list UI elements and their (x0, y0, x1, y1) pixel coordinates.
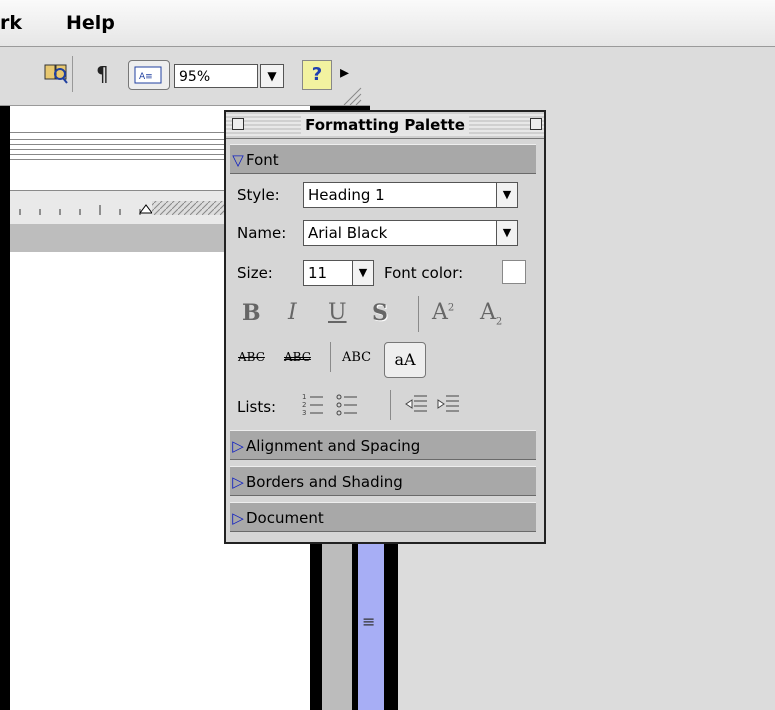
svg-text:3: 3 (302, 409, 306, 417)
font-section-header[interactable]: ▽ Font (230, 144, 536, 174)
section-label: Document (246, 509, 324, 527)
section-label: Alignment and Spacing (246, 437, 421, 455)
menu-item-help[interactable]: Help (66, 12, 115, 34)
bulleted-list-icon[interactable] (336, 392, 358, 422)
expanded-triangle-icon: ▽ (232, 151, 244, 169)
font-size-input[interactable]: 11 (303, 260, 353, 286)
section-label: Borders and Shading (246, 473, 403, 491)
menu-item-work[interactable]: rk (0, 12, 22, 34)
svg-text:2: 2 (302, 401, 306, 409)
resize-grip-icon[interactable] (340, 86, 362, 106)
style-select[interactable]: Heading 1 (303, 182, 497, 208)
numbered-list-icon[interactable]: 123 (302, 392, 324, 422)
style-dropdown-button[interactable]: ▼ (496, 182, 518, 208)
name-label: Name: (237, 224, 287, 242)
separator (390, 390, 391, 420)
small-caps-button[interactable]: ABC (342, 350, 371, 365)
palette-title: Formatting Palette (301, 116, 469, 134)
scrollbar-thumb-icon[interactable]: ≡ (362, 612, 375, 631)
palette-title-bar[interactable]: Formatting Palette (226, 112, 544, 139)
superscript-button[interactable]: A2 (432, 300, 454, 325)
underline-button[interactable]: U (328, 300, 347, 325)
font-name-dropdown-button[interactable]: ▼ (496, 220, 518, 246)
increase-indent-icon[interactable] (436, 392, 460, 422)
book-icon[interactable] (44, 62, 68, 89)
toolbar-separator (72, 56, 73, 92)
close-box-icon[interactable] (232, 118, 244, 130)
font-color-label: Font color: (384, 264, 464, 282)
separator (418, 296, 419, 332)
bold-button[interactable]: B (242, 300, 261, 326)
font-name-select[interactable]: Arial Black (303, 220, 497, 246)
collapsed-triangle-icon: ▷ (232, 473, 244, 491)
font-color-swatch[interactable] (502, 260, 526, 284)
more-arrow-icon[interactable]: ▸ (340, 62, 349, 83)
collapsed-triangle-icon: ▷ (232, 437, 244, 455)
font-section-label: Font (246, 151, 279, 169)
zoom-dropdown-button[interactable]: ▼ (260, 64, 284, 88)
section-alignment-and-spacing[interactable]: ▷ Alignment and Spacing (230, 430, 536, 460)
strikethrough-button[interactable]: ABC (238, 350, 265, 364)
lists-label: Lists: (237, 398, 277, 416)
shadow-button[interactable]: S (372, 300, 388, 326)
separator (330, 342, 331, 372)
help-icon[interactable]: ? (302, 60, 332, 90)
italic-button[interactable]: I (288, 300, 297, 325)
subscript-button[interactable]: A2 (480, 300, 502, 327)
menu-bar (0, 0, 775, 47)
scrollbar-gutter (322, 540, 352, 710)
decrease-indent-icon[interactable] (404, 392, 428, 422)
svg-text:1: 1 (302, 393, 306, 401)
size-label: Size: (237, 264, 273, 282)
double-strikethrough-button[interactable]: ABC (284, 350, 311, 364)
svg-text:A≡: A≡ (139, 72, 153, 82)
zoom-input[interactable]: 95% (174, 64, 258, 88)
collapse-box-icon[interactable] (530, 118, 542, 130)
change-case-button[interactable]: aA (384, 342, 426, 378)
paragraph-icon[interactable]: ¶ (96, 62, 109, 86)
view-icon[interactable]: A≡ (128, 60, 170, 90)
section-borders-and-shading[interactable]: ▷ Borders and Shading (230, 466, 536, 496)
section-document[interactable]: ▷ Document (230, 502, 536, 532)
font-size-dropdown-button[interactable]: ▼ (352, 260, 374, 286)
style-label: Style: (237, 186, 280, 204)
collapsed-triangle-icon: ▷ (232, 509, 244, 527)
